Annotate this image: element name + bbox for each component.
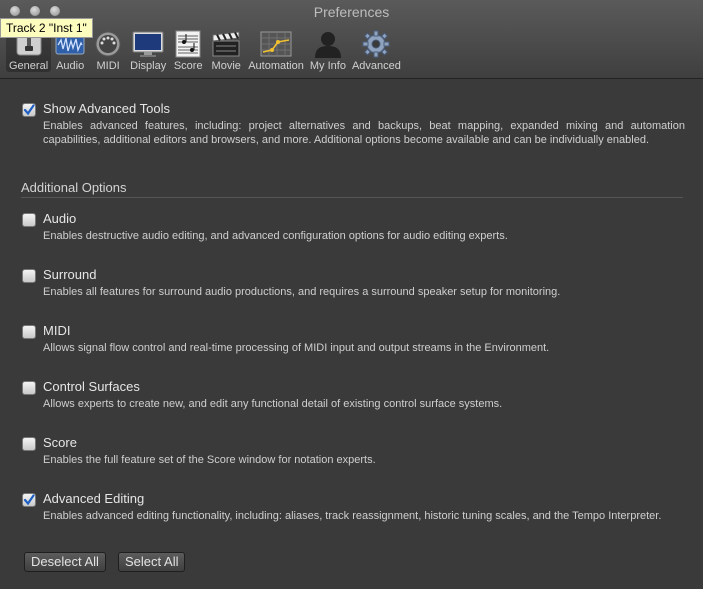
option-title: MIDI (43, 323, 71, 338)
option-description: Enables advanced features, including: pr… (43, 120, 685, 146)
show-advanced-tools-option: Show Advanced Tools Enables advanced fea… (22, 101, 685, 161)
tab-automation[interactable]: Automation (245, 26, 307, 72)
midi-checkbox[interactable] (22, 325, 36, 339)
option-title: Advanced Editing (43, 491, 145, 506)
deselect-all-button[interactable]: Deselect All (24, 552, 106, 572)
option-title: Surround (43, 267, 97, 282)
midi-option: MIDI Allows signal flow control and real… (22, 323, 685, 363)
tab-label: Advanced (351, 60, 401, 72)
advanced-editing-option: Advanced Editing Enables advanced editin… (22, 491, 685, 541)
tab-label: Display (130, 60, 167, 72)
score-sheet-icon (172, 30, 204, 58)
option-title: Score (43, 435, 77, 450)
tab-label: Score (173, 60, 203, 72)
select-all-button[interactable]: Select All (118, 552, 186, 572)
option-description: Enables destructive audio editing, and a… (43, 230, 508, 242)
option-title: Control Surfaces (43, 379, 140, 394)
tab-score[interactable]: Score (169, 26, 207, 72)
audio-checkbox[interactable] (22, 213, 36, 227)
audio-option: Audio Enables destructive audio editing,… (22, 211, 685, 251)
tab-label: MIDI (96, 60, 120, 72)
preferences-window: Preferences General Audio MIDI Display S… (0, 0, 703, 589)
clapperboard-icon (210, 30, 242, 58)
automation-icon (260, 30, 292, 58)
tab-display[interactable]: Display (127, 26, 169, 72)
option-description: Enables the full feature set of the Scor… (43, 454, 376, 466)
track-tooltip: Track 2 "Inst 1" (0, 18, 93, 38)
person-silhouette-icon (312, 30, 344, 58)
option-title: Show Advanced Tools (43, 101, 170, 116)
midi-connector-icon (92, 30, 124, 58)
tab-label: My Info (309, 60, 346, 72)
checkmark-icon (23, 494, 35, 506)
option-description: Enables advanced editing functionality, … (43, 510, 662, 522)
section-heading: Additional Options (21, 180, 127, 195)
display-monitor-icon (132, 30, 164, 58)
tab-advanced[interactable]: Advanced (349, 26, 404, 72)
section-divider (21, 197, 683, 198)
advanced-editing-checkbox[interactable] (22, 493, 36, 507)
tab-label: General (9, 60, 49, 72)
checkmark-icon (23, 104, 35, 116)
score-checkbox[interactable] (22, 437, 36, 451)
surround-checkbox[interactable] (22, 269, 36, 283)
title-bar: Preferences General Audio MIDI Display S… (0, 0, 703, 79)
tab-my-info[interactable]: My Info (307, 26, 349, 72)
tab-midi[interactable]: MIDI (89, 26, 127, 72)
surround-option: Surround Enables all features for surrou… (22, 267, 685, 307)
tab-label: Automation (248, 60, 304, 72)
tab-movie[interactable]: Movie (207, 26, 245, 72)
score-option: Score Enables the full feature set of th… (22, 435, 685, 475)
window-title: Preferences (313, 4, 390, 20)
option-description: Enables all features for surround audio … (43, 286, 561, 298)
gear-icon (360, 30, 392, 58)
show-advanced-tools-checkbox[interactable] (22, 103, 36, 117)
tab-label: Audio (56, 60, 85, 72)
option-description: Allows signal flow control and real-time… (43, 342, 550, 354)
advanced-preferences-pane: Show Advanced Tools Enables advanced fea… (0, 79, 703, 589)
option-description: Allows experts to create new, and edit a… (43, 398, 503, 410)
tab-label: Movie (211, 60, 241, 72)
control-surfaces-checkbox[interactable] (22, 381, 36, 395)
control-surfaces-option: Control Surfaces Allows experts to creat… (22, 379, 685, 419)
option-title: Audio (43, 211, 77, 226)
